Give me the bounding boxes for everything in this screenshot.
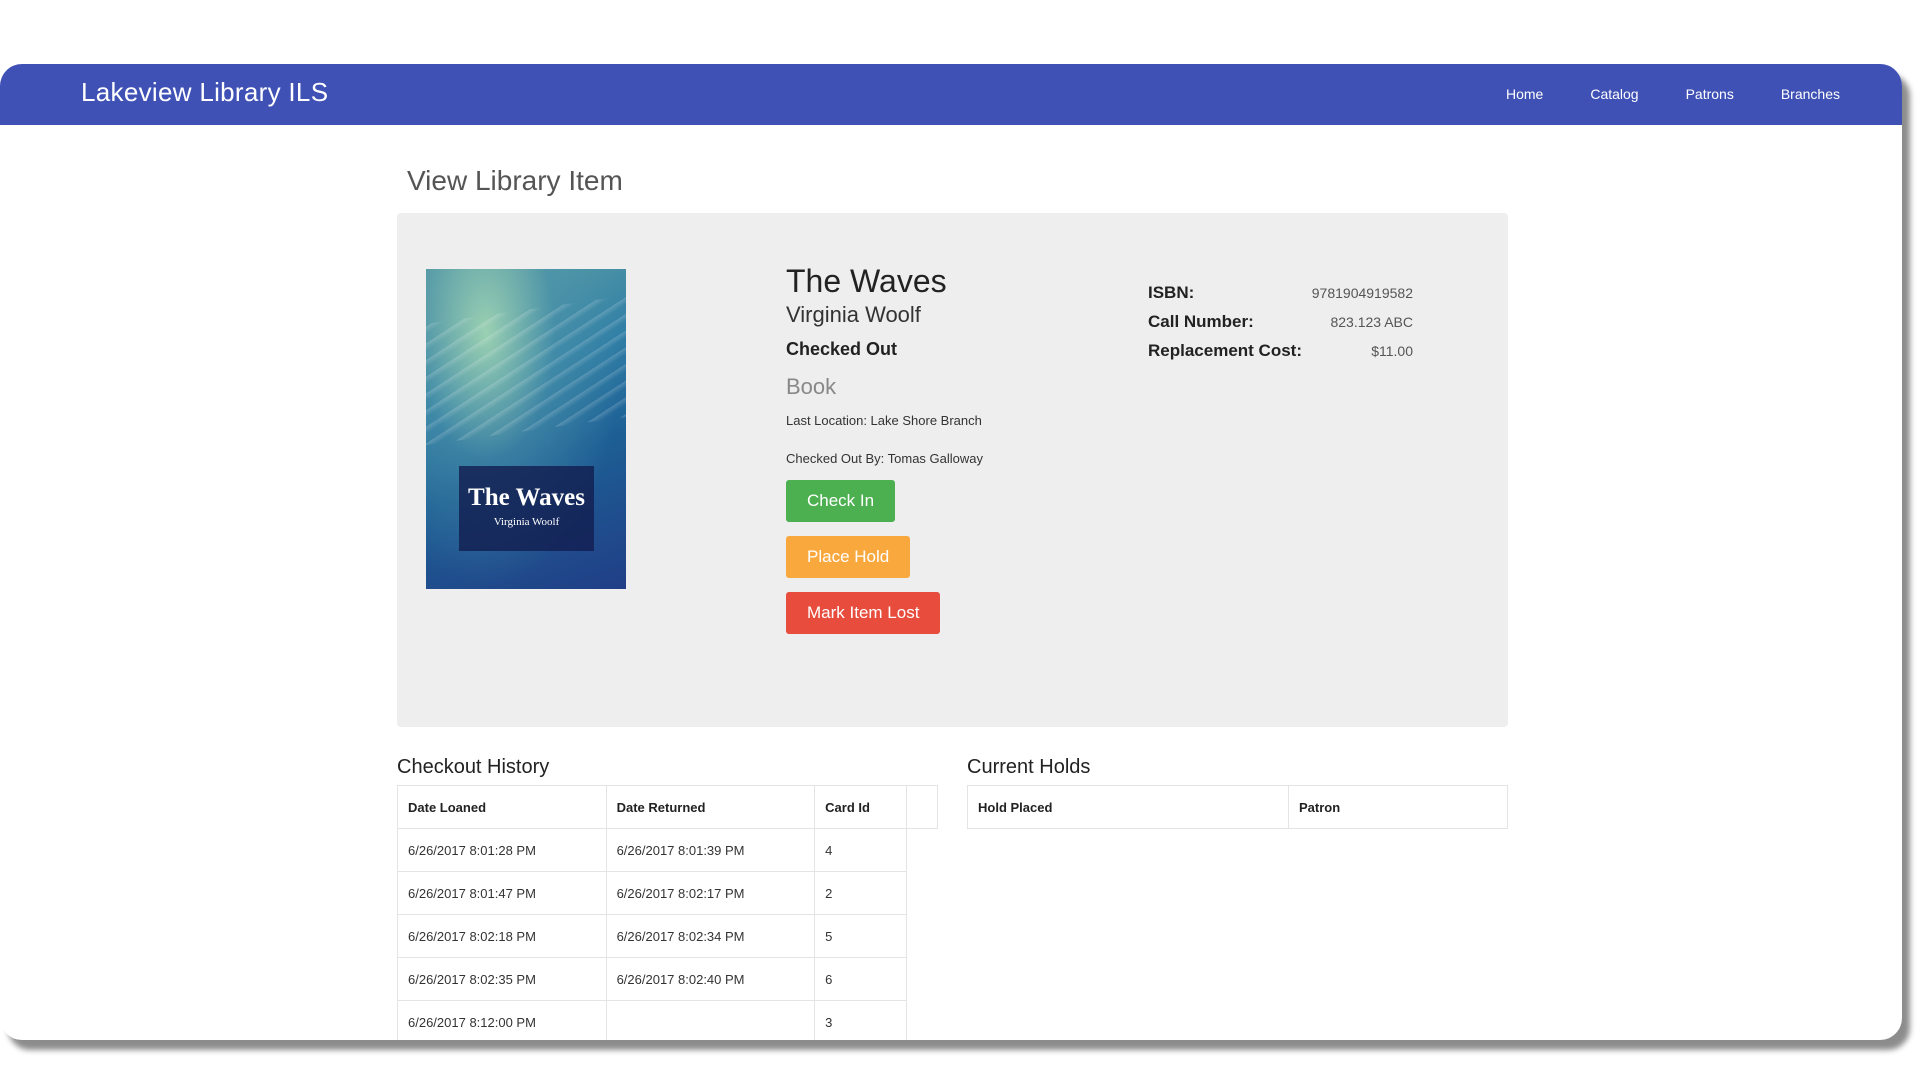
nav-link-patrons[interactable]: Patrons <box>1686 86 1734 102</box>
cover-author: Virginia Woolf <box>493 516 560 528</box>
cell-card-id: 6 <box>814 957 908 1001</box>
cell-date-returned: 6/26/2017 8:02:34 PM <box>605 914 816 958</box>
cell-card-id: 5 <box>814 914 908 958</box>
column-header-hold-placed[interactable]: Hold Placed <box>967 785 1289 829</box>
checkout-history-table: Date Loaned Date Returned Card Id 6/26/2… <box>397 785 938 1040</box>
place-hold-button[interactable]: Place Hold <box>786 536 911 578</box>
cell-card-id: 2 <box>814 871 908 915</box>
isbn-row: ISBN: 9781904919582 <box>1148 283 1413 303</box>
last-location: Last Location: Lake Shore Branch <box>786 413 982 428</box>
cell-date-returned: 6/26/2017 8:02:40 PM <box>605 957 816 1001</box>
column-header-date-returned[interactable]: Date Returned <box>605 785 816 829</box>
column-header-patron[interactable]: Patron <box>1288 785 1508 829</box>
item-title: The Waves <box>786 263 947 299</box>
table-row: 6/26/2017 8:01:47 PM 6/26/2017 8:02:17 P… <box>397 871 938 915</box>
nav-link-branches[interactable]: Branches <box>1781 86 1840 102</box>
table-row: 6/26/2017 8:12:00 PM 3 <box>397 1000 938 1040</box>
call-number-label: Call Number: <box>1148 312 1254 331</box>
brand-logo[interactable]: Lakeview Library ILS <box>81 77 328 108</box>
item-status: Checked Out <box>786 339 898 359</box>
replacement-cost-label: Replacement Cost: <box>1148 341 1302 360</box>
cell-card-id: 4 <box>814 828 908 872</box>
cell-date-loaned: 6/26/2017 8:01:28 PM <box>397 828 607 872</box>
column-header-date-loaned[interactable]: Date Loaned <box>397 785 607 829</box>
call-number-value: 823.123 ABC <box>1330 314 1413 330</box>
navbar: Lakeview Library ILS Home Catalog Patron… <box>0 64 1902 125</box>
isbn-label: ISBN: <box>1148 283 1195 302</box>
replacement-cost-value: $11.00 <box>1371 343 1413 359</box>
mark-item-lost-button[interactable]: Mark Item Lost <box>786 592 941 634</box>
checkout-history-title: Checkout History <box>397 756 550 778</box>
cell-date-loaned: 6/26/2017 8:02:35 PM <box>397 957 607 1001</box>
item-details: The Waves Virginia Woolf Checked Out Boo… <box>786 263 1106 634</box>
nav-links: Home Catalog Patrons Branches <box>1459 86 1840 102</box>
cell-date-loaned: 6/26/2017 8:01:47 PM <box>397 871 607 915</box>
replacement-cost-row: Replacement Cost: $11.00 <box>1148 341 1413 361</box>
column-header-card-id[interactable]: Card Id <box>814 785 908 829</box>
table-header-row: Date Loaned Date Returned Card Id <box>397 785 938 829</box>
column-header-empty <box>906 785 938 829</box>
isbn-value: 9781904919582 <box>1311 285 1413 301</box>
table-header-row: Hold Placed Patron <box>967 785 1508 829</box>
cell-date-loaned: 6/26/2017 8:12:00 PM <box>397 1000 607 1040</box>
cell-card-id: 3 <box>814 1000 908 1040</box>
table-row: 6/26/2017 8:02:18 PM 6/26/2017 8:02:34 P… <box>397 914 938 958</box>
item-info-grid: ISBN: 9781904919582 Call Number: 823.123… <box>1148 283 1413 370</box>
item-author: Virginia Woolf <box>786 302 921 327</box>
current-holds-table: Hold Placed Patron <box>967 785 1508 829</box>
item-type: Book <box>786 374 837 399</box>
browser-window: Lakeview Library ILS Home Catalog Patron… <box>0 64 1902 1040</box>
cell-date-returned <box>605 1000 816 1040</box>
cell-date-loaned: 6/26/2017 8:02:18 PM <box>397 914 607 958</box>
call-number-row: Call Number: 823.123 ABC <box>1148 312 1413 332</box>
cover-title-plate: The Waves Virginia Woolf <box>459 466 594 551</box>
cell-date-returned: 6/26/2017 8:01:39 PM <box>605 828 816 872</box>
nav-link-home[interactable]: Home <box>1506 86 1543 102</box>
cover-title: The Waves <box>468 484 585 511</box>
checked-out-by: Checked Out By: Tomas Galloway <box>786 451 984 466</box>
nav-link-catalog[interactable]: Catalog <box>1590 86 1638 102</box>
check-in-button[interactable]: Check In <box>786 480 896 522</box>
table-row: 6/26/2017 8:02:35 PM 6/26/2017 8:02:40 P… <box>397 957 938 1001</box>
book-cover-image: The Waves Virginia Woolf <box>426 269 626 589</box>
cell-date-returned: 6/26/2017 8:02:17 PM <box>605 871 816 915</box>
current-holds-title: Current Holds <box>967 756 1091 778</box>
item-detail-panel: The Waves Virginia Woolf The Waves Virgi… <box>397 213 1508 727</box>
table-row: 6/26/2017 8:01:28 PM 6/26/2017 8:01:39 P… <box>397 828 938 872</box>
page-title: View Library Item <box>407 165 623 196</box>
